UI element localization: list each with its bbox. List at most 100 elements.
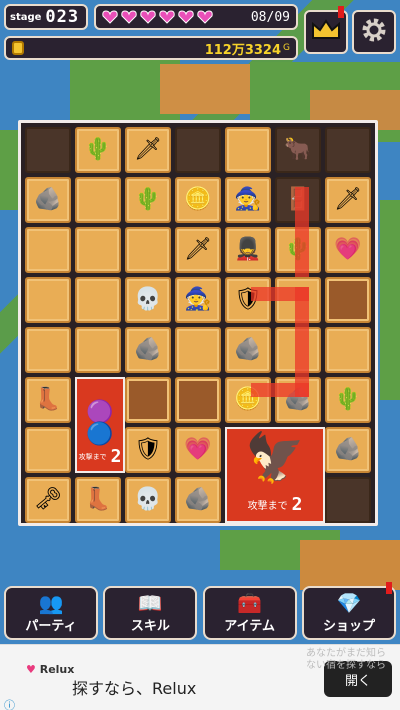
coin-icon: [12, 41, 24, 55]
tile-hole[interactable]: [125, 377, 171, 423]
heart-icon: [197, 10, 213, 24]
tile-sand[interactable]: [75, 177, 121, 223]
tile-sword[interactable]: 🗡: [125, 127, 171, 173]
tile-hole[interactable]: [175, 377, 221, 423]
boot-icon: 👢: [34, 387, 62, 412]
rocks-icon: 🪨: [334, 437, 362, 462]
rocks-icon: 🪨: [234, 337, 262, 362]
tile-rock[interactable]: 🪨: [25, 177, 71, 223]
hp-text: 08/09: [250, 9, 290, 25]
tile-coins[interactable]: 🪙: [175, 177, 221, 223]
tile-rocks[interactable]: 🪨: [225, 327, 271, 373]
tile-rocks[interactable]: 🪨: [175, 477, 221, 523]
tile-wall[interactable]: [325, 127, 371, 173]
skull-icon: 💀: [134, 287, 162, 312]
party-icon: 👥: [38, 591, 64, 615]
tile-grid: 🌵 🗡 🪨 🌵 🪙 🧙 🚪 🗡 🗡 💂 🌵 💗 💀 🧙 🛡 🪨: [25, 127, 375, 523]
enemy-countdown: 攻撃まで 2: [79, 446, 122, 467]
tile-wall[interactable]: [325, 477, 371, 523]
tile-sword[interactable]: 🗡: [325, 177, 371, 223]
tile-cactus[interactable]: 🌵: [125, 177, 171, 223]
cactus-icon: 🌵: [84, 137, 112, 162]
slime-icon: 🟣: [86, 400, 114, 425]
ad-logo-mark: ♥: [26, 663, 36, 676]
key-icon: 🗝: [34, 487, 62, 512]
heart-item-icon: 💗: [184, 437, 212, 462]
tile-heart[interactable]: 💗: [175, 427, 221, 473]
tile-mage-hero[interactable]: 🧙: [225, 177, 271, 223]
tile-sand[interactable]: [25, 227, 71, 273]
heart-icon: [140, 10, 156, 24]
settings-button[interactable]: [352, 10, 396, 54]
stage-indicator: stage 023: [4, 4, 88, 30]
ad-background-text: あなたがまだ知らない宿を探すなら: [306, 648, 386, 671]
rocks-icon: 🪨: [184, 487, 212, 512]
book-icon: 📖: [137, 591, 163, 615]
tile-cactus[interactable]: 🌵: [75, 127, 121, 173]
top-hud: stage 023 08/09 112万3324 G: [0, 0, 400, 64]
countdown-label: 攻撃まで: [78, 452, 107, 461]
tile-cactus[interactable]: 🌵: [325, 377, 371, 423]
sword-icon: 🗡: [134, 137, 162, 162]
ad-logo: ♥ Relux: [26, 663, 74, 676]
alert-badge: [385, 582, 392, 594]
soldier-icon: 💂: [234, 237, 262, 262]
tile-heart[interactable]: 💗: [325, 227, 371, 273]
heart-icon: [178, 10, 194, 24]
gold-unit: G: [283, 43, 290, 53]
boot-icon: 👢: [84, 487, 112, 512]
tile-sand[interactable]: [225, 127, 271, 173]
stage-label: stage: [10, 11, 42, 23]
tile-wizard-hero[interactable]: 🧙: [175, 277, 221, 323]
tile-sword[interactable]: 🗡: [175, 227, 221, 273]
skill-button[interactable]: 📖 スキル: [103, 586, 198, 640]
tile-enemy-bull[interactable]: 🐂: [275, 127, 321, 173]
gear-icon: [360, 16, 388, 48]
shop-button[interactable]: 💎 ショップ: [301, 582, 396, 640]
gold-amount: 112万3324: [204, 42, 282, 58]
tile-wall[interactable]: [175, 127, 221, 173]
tile-sand[interactable]: [25, 427, 71, 473]
cactus-icon: 🌵: [134, 187, 162, 212]
bull-enemy-icon: 🐂: [284, 137, 312, 162]
heart-icon: [121, 10, 137, 24]
ranking-button[interactable]: [304, 6, 348, 54]
tile-sand[interactable]: [75, 327, 121, 373]
tile-soldier-hero[interactable]: 💂: [225, 227, 271, 273]
enemy-slime-stack[interactable]: 🟣 🔵 攻撃まで 2: [75, 377, 125, 473]
diamond-icon: 💎: [336, 591, 362, 615]
gold-indicator: 112万3324 G: [4, 36, 298, 60]
crown-icon: [311, 18, 341, 46]
tile-rocks[interactable]: 🪨: [125, 327, 171, 373]
tile-shield[interactable]: 🛡: [125, 427, 171, 473]
chest-icon: 🧰: [237, 591, 263, 615]
tile-wall[interactable]: [25, 127, 71, 173]
ad-info-icon[interactable]: ⓘ: [4, 697, 15, 710]
tile-sand[interactable]: [125, 227, 171, 273]
tile-sand[interactable]: [325, 327, 371, 373]
hp-indicator: 08/09: [94, 4, 298, 30]
tile-boot[interactable]: 👢: [75, 477, 121, 523]
mage-icon: 🧙: [234, 187, 262, 212]
enemy-eagle[interactable]: 🦅 攻撃まで 2: [225, 427, 325, 523]
heart-icon: [159, 10, 175, 24]
tile-key[interactable]: 🗝: [25, 477, 71, 523]
tile-sand[interactable]: [75, 277, 121, 323]
party-button[interactable]: 👥 パーティ: [4, 586, 98, 640]
slime-icon: 🔵: [86, 422, 114, 447]
tile-skull[interactable]: 💀: [125, 277, 171, 323]
tile-boot[interactable]: 👢: [25, 377, 71, 423]
tile-sand[interactable]: [175, 327, 221, 373]
tile-skull[interactable]: 💀: [125, 477, 171, 523]
tile-sand[interactable]: [25, 277, 71, 323]
tile-sand[interactable]: [75, 227, 121, 273]
tile-hole[interactable]: [325, 277, 371, 323]
item-label: アイテム: [224, 619, 275, 634]
countdown-number: 2: [110, 446, 122, 467]
alert-badge: [338, 6, 344, 18]
tile-sand[interactable]: [25, 327, 71, 373]
item-button[interactable]: 🧰 アイテム: [202, 586, 297, 640]
eagle-icon: 🦅: [245, 430, 305, 486]
tile-rocks[interactable]: 🪨: [325, 427, 371, 473]
enemy-countdown: 攻撃まで 2: [248, 494, 303, 515]
